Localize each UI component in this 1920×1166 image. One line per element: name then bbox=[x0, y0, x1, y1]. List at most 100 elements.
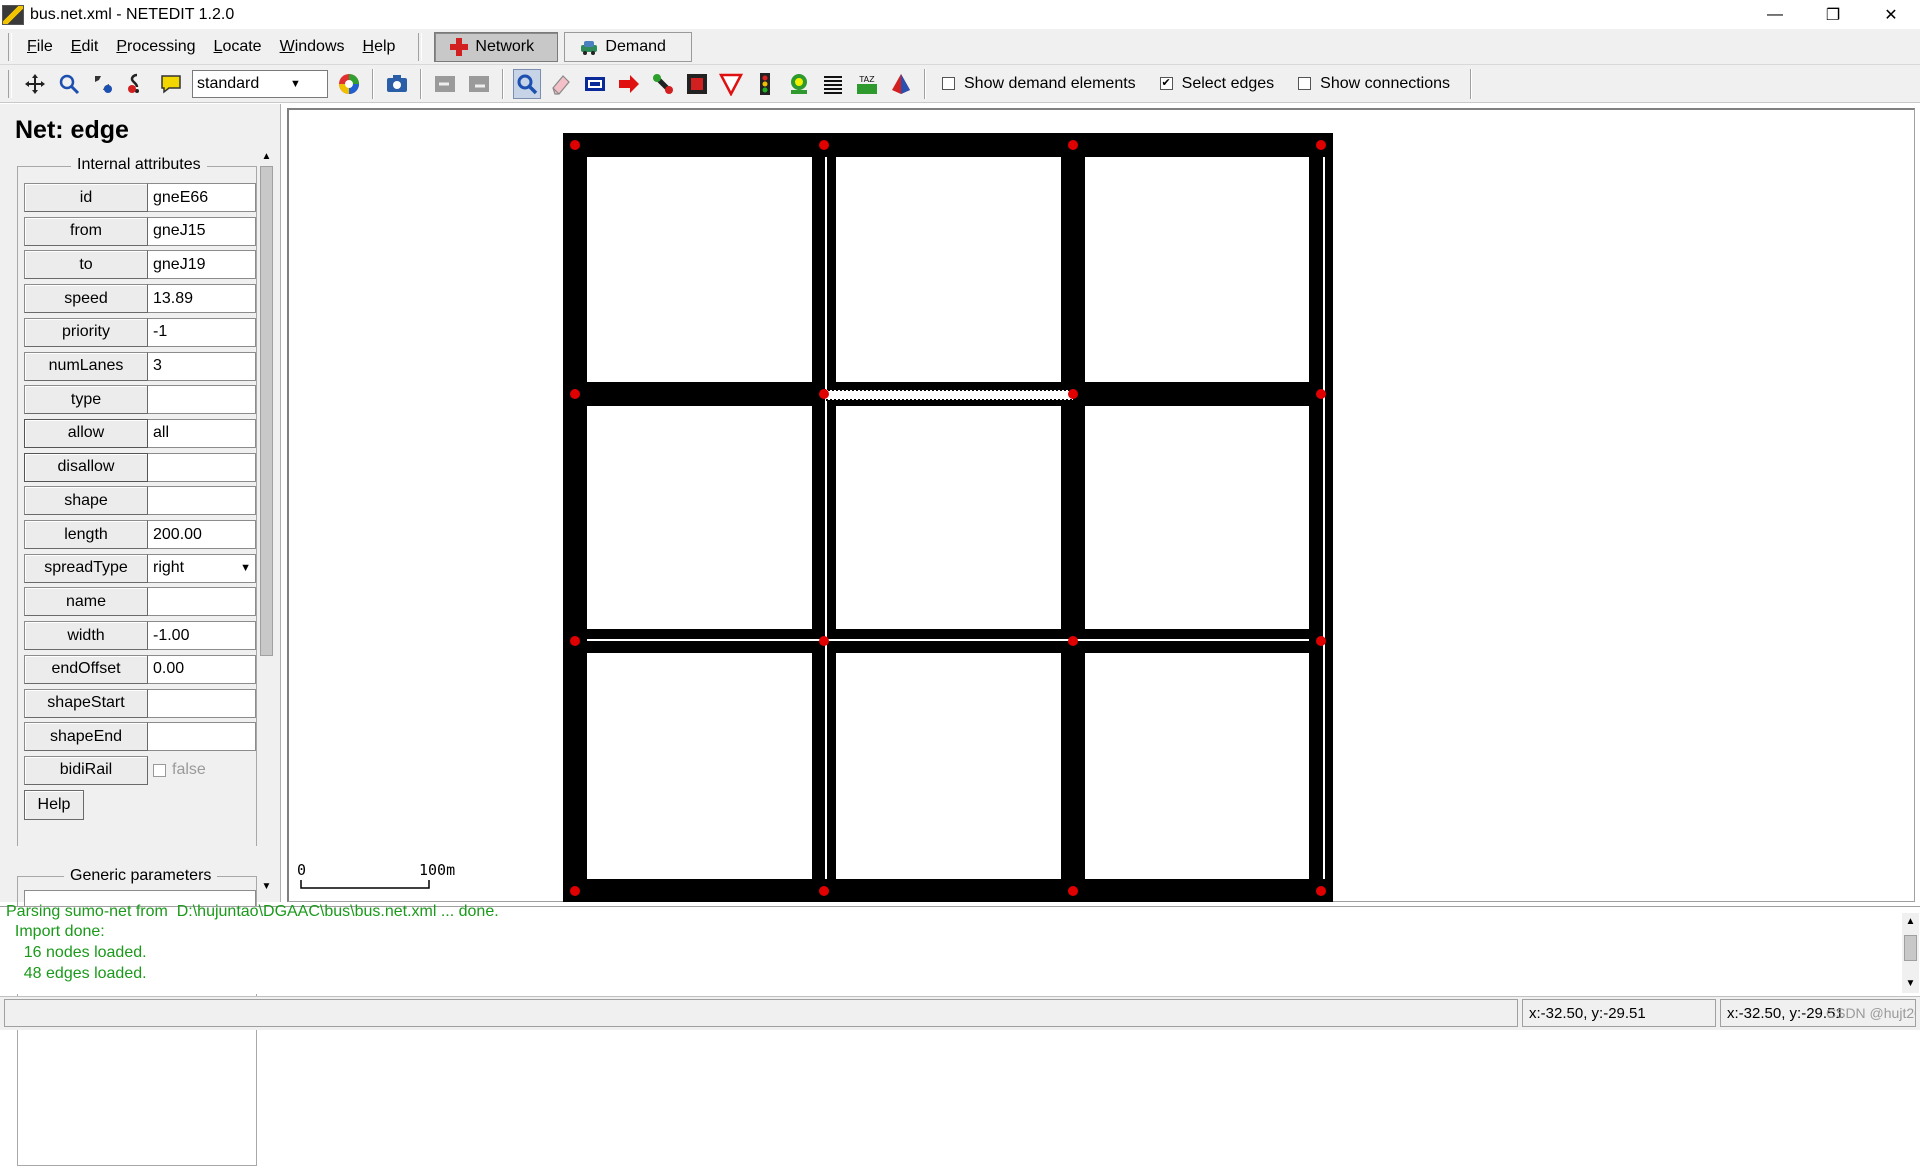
spreadtype-select[interactable]: right ▼ bbox=[148, 553, 256, 583]
menu-edit[interactable]: Edit bbox=[62, 38, 108, 56]
show-connections-box[interactable] bbox=[1298, 77, 1312, 90]
restore-button[interactable]: ❐ bbox=[1804, 0, 1862, 29]
attribute-value-disallow[interactable] bbox=[148, 452, 256, 482]
junction-marker[interactable] bbox=[819, 140, 829, 150]
zoom-button[interactable] bbox=[55, 69, 83, 99]
edge-vertical[interactable] bbox=[812, 133, 836, 902]
demand-supermode-button[interactable]: Demand bbox=[564, 31, 693, 62]
select-edges-checkbox[interactable]: ✔ Select edges bbox=[1159, 75, 1274, 93]
delete-mode-button[interactable] bbox=[547, 69, 575, 99]
attribute-label-to[interactable]: to bbox=[24, 250, 148, 280]
attribute-value-from[interactable]: gneJ15 bbox=[148, 216, 256, 246]
minimize-button[interactable]: — bbox=[1746, 0, 1804, 29]
attribute-value-width[interactable]: -1.00 bbox=[148, 621, 256, 651]
attribute-value-speed[interactable]: 13.89 bbox=[148, 284, 256, 314]
network-view-canvas[interactable]: 0 100m bbox=[287, 108, 1915, 902]
attribute-label-allow[interactable]: allow bbox=[24, 418, 148, 448]
wire-mode-button[interactable] bbox=[819, 69, 847, 99]
attribute-value-to[interactable]: gneJ19 bbox=[148, 250, 256, 280]
junction-marker[interactable] bbox=[570, 140, 580, 150]
inspect-mode-button[interactable] bbox=[513, 68, 541, 99]
junction-marker[interactable] bbox=[1316, 140, 1326, 150]
attribute-value-type[interactable] bbox=[148, 385, 256, 415]
junction-marker[interactable] bbox=[1316, 636, 1326, 646]
redo-button[interactable] bbox=[465, 69, 493, 99]
locate-junction-button[interactable] bbox=[89, 69, 117, 99]
attribute-value-allow[interactable]: all bbox=[148, 418, 256, 448]
edge-horizontal[interactable] bbox=[563, 879, 1333, 902]
attribute-value-numLanes[interactable]: 3 bbox=[148, 351, 256, 381]
message-scrollbar[interactable]: ▲ ▼ bbox=[1902, 913, 1919, 993]
network-supermode-button[interactable]: Network bbox=[434, 31, 559, 62]
screenshot-button[interactable] bbox=[383, 69, 411, 99]
attribute-label-width[interactable]: width bbox=[24, 621, 148, 651]
bidirail-box[interactable] bbox=[153, 763, 166, 777]
junction-marker[interactable] bbox=[819, 886, 829, 896]
polygon-mode-button[interactable] bbox=[887, 69, 915, 99]
network-drawing[interactable] bbox=[289, 110, 1915, 902]
scroll-up-icon[interactable]: ▲ bbox=[258, 148, 275, 165]
help-button[interactable]: Help bbox=[24, 789, 84, 820]
show-demand-elements-checkbox[interactable]: Show demand elements bbox=[942, 75, 1136, 93]
attribute-label-from[interactable]: from bbox=[24, 216, 148, 246]
menu-help[interactable]: Help bbox=[354, 38, 405, 56]
attribute-label-shapeStart[interactable]: shapeStart bbox=[24, 688, 148, 718]
attribute-label-endOffset[interactable]: endOffset bbox=[24, 654, 148, 684]
undo-button[interactable] bbox=[431, 69, 459, 99]
bidirail-checkbox[interactable]: false bbox=[148, 756, 256, 785]
additional-mode-button[interactable] bbox=[785, 69, 813, 99]
junction-marker[interactable] bbox=[570, 389, 580, 399]
attribute-value-endOffset[interactable]: 0.00 bbox=[148, 654, 256, 684]
recenter-view-button[interactable] bbox=[21, 69, 49, 99]
attribute-label-numLanes[interactable]: numLanes bbox=[24, 351, 148, 381]
move-mode-button[interactable] bbox=[615, 69, 643, 99]
scroll-down-icon[interactable]: ▼ bbox=[258, 878, 275, 895]
locate-poi-button[interactable] bbox=[157, 69, 185, 99]
attribute-label-speed[interactable]: speed bbox=[24, 284, 148, 314]
attribute-label-name[interactable]: name bbox=[24, 587, 148, 617]
scroll-down-icon[interactable]: ▼ bbox=[1902, 975, 1919, 992]
select-mode-button[interactable] bbox=[581, 69, 609, 99]
edge-vertical[interactable] bbox=[563, 133, 587, 902]
menu-locate[interactable]: Locate bbox=[205, 38, 271, 56]
scroll-up-icon[interactable]: ▲ bbox=[1902, 913, 1919, 930]
attribute-value-id[interactable]: gneE66 bbox=[148, 183, 256, 212]
junction-marker[interactable] bbox=[1068, 886, 1078, 896]
attribute-label-id[interactable]: id bbox=[24, 183, 148, 212]
menu-windows[interactable]: Windows bbox=[271, 38, 354, 56]
junction-marker[interactable] bbox=[819, 636, 829, 646]
prohibition-mode-button[interactable] bbox=[717, 69, 745, 99]
attribute-label-type[interactable]: type bbox=[24, 385, 148, 415]
attribute-value-name[interactable] bbox=[148, 587, 256, 617]
junction-marker[interactable] bbox=[570, 636, 580, 646]
attribute-value-shapeEnd[interactable] bbox=[148, 722, 256, 752]
attribute-label-priority[interactable]: priority bbox=[24, 317, 148, 347]
attribute-label-length[interactable]: length bbox=[24, 520, 148, 549]
checkmark-icon[interactable]: ✔ bbox=[1159, 77, 1173, 90]
close-button[interactable]: ✕ bbox=[1862, 0, 1920, 29]
junction-marker[interactable] bbox=[1068, 636, 1078, 646]
edit-visualization-button[interactable] bbox=[335, 69, 363, 99]
attribute-value-length[interactable]: 200.00 bbox=[148, 520, 256, 549]
show-connections-checkbox[interactable]: Show connections bbox=[1298, 75, 1450, 93]
message-scroll-thumb[interactable] bbox=[1904, 935, 1917, 961]
junction-marker[interactable] bbox=[1068, 389, 1078, 399]
edge-vertical[interactable] bbox=[1309, 133, 1333, 902]
menu-processing[interactable]: Processing bbox=[107, 38, 204, 56]
edge-horizontal[interactable] bbox=[563, 133, 1333, 157]
junction-marker[interactable] bbox=[819, 389, 829, 399]
attribute-label-bidiRail[interactable]: bidiRail bbox=[24, 755, 148, 785]
junction-marker[interactable] bbox=[1316, 886, 1326, 896]
junction-marker[interactable] bbox=[1316, 389, 1326, 399]
visualization-scheme-select[interactable]: standard ▼ bbox=[192, 69, 328, 98]
inspector-scroll-thumb[interactable] bbox=[260, 166, 273, 656]
attribute-value-priority[interactable]: -1 bbox=[148, 317, 256, 347]
connection-mode-button[interactable] bbox=[683, 69, 711, 99]
junction-marker[interactable] bbox=[1068, 140, 1078, 150]
tls-mode-button[interactable] bbox=[751, 69, 779, 99]
attribute-label-shapeEnd[interactable]: shapeEnd bbox=[24, 722, 148, 752]
taz-mode-button[interactable]: TAZ bbox=[853, 69, 881, 99]
show-demand-elements-box[interactable] bbox=[942, 77, 955, 90]
attribute-label-shape[interactable]: shape bbox=[24, 486, 148, 516]
attribute-value-shapeStart[interactable] bbox=[148, 688, 256, 718]
